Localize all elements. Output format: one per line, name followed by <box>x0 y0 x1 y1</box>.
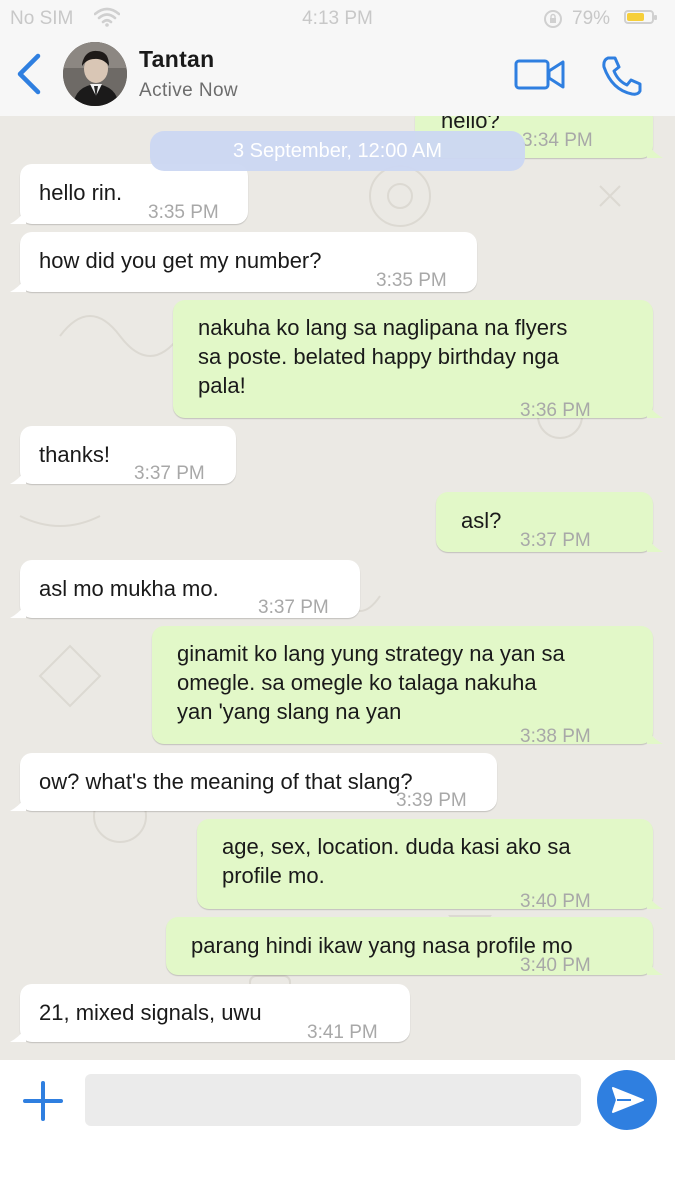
message-text: asl mo mukha mo. <box>39 576 219 601</box>
message-timestamp: 3:37 PM <box>520 530 591 551</box>
bubble-tail <box>10 604 26 618</box>
message-text-line: ginamit ko lang yung strategy na yan sa <box>177 641 565 666</box>
message-text: asl? <box>461 508 502 533</box>
message-text: age, sex, location. duda kasi ako sa prof… <box>222 832 571 890</box>
chevron-left-icon <box>17 53 41 95</box>
incoming-message-bubble[interactable]: how did you get my number? 3:35 PM <box>10 232 477 292</box>
battery-percent: 79% <box>572 8 611 29</box>
attach-button[interactable] <box>22 1080 64 1122</box>
plus-icon <box>23 1081 63 1121</box>
outgoing-message-bubble[interactable]: asl? 3:37 PM <box>436 492 663 552</box>
bubble-tail <box>10 470 26 484</box>
battery-level-fill <box>627 13 644 21</box>
bubble-tail <box>10 210 26 224</box>
message-text-line: nakuha ko lang sa naglipana na flyers <box>198 315 568 340</box>
incoming-message-bubble[interactable]: asl mo mukha mo. 3:37 PM <box>10 560 360 618</box>
composer-bar <box>0 1060 675 1200</box>
bubble-tail <box>647 895 663 909</box>
message-text: parang hindi ikaw yang nasa profile mo <box>191 933 573 958</box>
incoming-message-bubble[interactable]: thanks! 3:37 PM <box>10 426 236 484</box>
message-timestamp: 3:40 PM <box>520 955 591 976</box>
message-list[interactable]: hello? 3:34 PM hello rin. 3:35 PM how did yo… <box>0 116 675 1060</box>
contact-photo <box>63 42 127 106</box>
status-bar: No SIM 4:13 PM 79% <box>0 0 675 38</box>
outgoing-message-bubble[interactable]: parang hindi ikaw yang nasa profile mo 3:… <box>166 917 663 976</box>
contact-name[interactable]: Tantan <box>139 46 214 73</box>
message-timestamp: 3:39 PM <box>396 790 467 811</box>
send-button[interactable] <box>597 1070 657 1130</box>
incoming-message-bubble[interactable]: 21, mixed signals, uwu 3:41 PM <box>10 984 410 1043</box>
avatar[interactable] <box>63 42 127 106</box>
message-timestamp: 3:36 PM <box>520 400 591 421</box>
message-timestamp: 3:38 PM <box>520 726 591 747</box>
message-text: how did you get my number? <box>39 248 322 273</box>
message-text: hello rin. <box>39 180 123 205</box>
battery-icon <box>624 10 657 24</box>
message-timestamp: 3:37 PM <box>134 463 205 484</box>
battery-cap <box>654 15 657 20</box>
bubble-tail <box>647 144 663 158</box>
message-text-line: age, sex, location. duda kasi ako sa <box>222 834 571 859</box>
incoming-message-bubble[interactable]: hello rin. 3:35 PM <box>10 164 248 224</box>
send-arrow-icon <box>612 1087 644 1113</box>
video-call-button[interactable] <box>513 56 567 94</box>
rotation-lock-icon <box>543 9 563 35</box>
message-timestamp: 3:40 PM <box>520 891 591 912</box>
message-text: nakuha ko lang sa naglipana na flyers sa … <box>198 313 567 400</box>
message-text: thanks! <box>39 442 110 467</box>
contact-status: Active Now <box>139 80 239 101</box>
bubble-tail <box>10 1028 26 1042</box>
message-text: 21, mixed signals, uwu <box>39 1000 262 1025</box>
incoming-message-bubble[interactable]: ow? what's the meaning of that slang? 3:3… <box>10 753 497 811</box>
phone-icon <box>602 56 642 96</box>
bubble-tail <box>647 404 663 418</box>
message-text: ow? what's the meaning of that slang? <box>39 769 413 794</box>
message-timestamp: 3:35 PM <box>376 270 447 291</box>
outgoing-message-bubble[interactable]: nakuha ko lang sa naglipana na flyers sa … <box>173 300 663 421</box>
message-text: ginamit ko lang yung strategy na yan sa o… <box>177 639 565 726</box>
message-text-line: yan 'yang slang na yan <box>177 699 402 724</box>
message-timestamp: 3:41 PM <box>307 1022 378 1043</box>
date-separator: 3 September, 12:00 AM <box>150 131 525 171</box>
voice-call-button[interactable] <box>598 54 646 98</box>
outgoing-message-bubble[interactable]: ginamit ko lang yung strategy na yan sa o… <box>152 626 663 747</box>
video-camera-icon <box>514 59 565 90</box>
bubble-tail <box>10 278 26 292</box>
bubble-tail <box>10 797 26 811</box>
bubble-tail <box>647 730 663 744</box>
message-text-line: pala! <box>198 373 246 398</box>
message-timestamp: 3:35 PM <box>148 202 219 223</box>
chat-header: Tantan Active Now <box>0 38 675 117</box>
message-timestamp: 3:34 PM <box>522 130 593 151</box>
message-timestamp: 3:37 PM <box>258 597 329 618</box>
outgoing-message-bubble[interactable]: age, sex, location. duda kasi ako sa prof… <box>197 819 663 912</box>
bubble-tail <box>647 961 663 975</box>
message-text-line: profile mo. <box>222 863 325 888</box>
message-input[interactable] <box>85 1074 581 1126</box>
message-text-line: sa poste. belated happy birthday nga <box>198 344 559 369</box>
message-text-line: omegle. sa omegle ko talaga nakuha <box>177 670 537 695</box>
back-button[interactable] <box>12 52 48 96</box>
bubble-tail <box>647 538 663 552</box>
